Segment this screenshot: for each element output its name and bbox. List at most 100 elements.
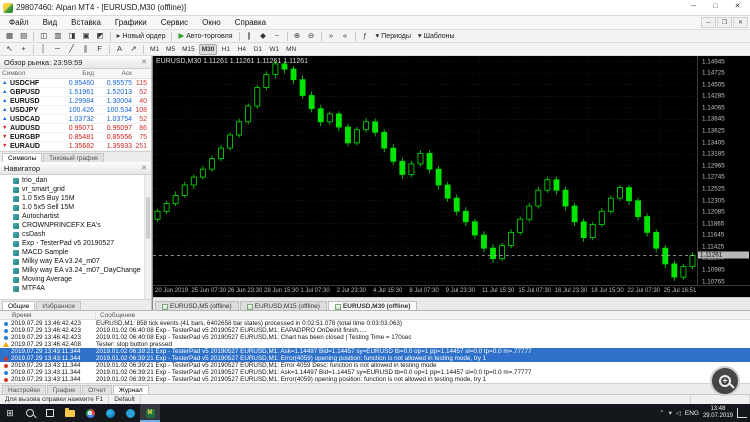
navigator-item-mtf4a[interactable]: MTF4A bbox=[0, 284, 151, 293]
menu-item-графики[interactable]: Графики bbox=[108, 16, 154, 29]
bar-chart-mode-button[interactable]: ∥ bbox=[243, 31, 256, 42]
journal-row[interactable]: 2019.07.29 13:43:11.344 2019.01.02 06:39:… bbox=[0, 348, 750, 355]
line-chart-mode-button[interactable]: ~ bbox=[271, 31, 284, 42]
navigator-item-macd-sample[interactable]: MACD Sample bbox=[0, 248, 151, 257]
tray-chevron-icon[interactable]: ⌃ bbox=[659, 409, 664, 417]
navigator-item-trio-dan[interactable]: trio_dan bbox=[0, 176, 151, 185]
data-window-toggle-button[interactable]: ▥ bbox=[51, 31, 64, 42]
chart-plot[interactable]: EURUSD,M30 1.11261 1.11261 1.11261 1.112… bbox=[153, 56, 698, 285]
market-watch-col-1[interactable]: Бид bbox=[54, 70, 94, 77]
child-restore-button[interactable]: ❐ bbox=[717, 17, 732, 28]
navigator-scrollbar-thumb[interactable] bbox=[146, 197, 150, 240]
menu-item-справка[interactable]: Справка bbox=[228, 16, 273, 29]
terminal-toggle-button[interactable]: ▣ bbox=[79, 31, 92, 42]
market-watch-tab-символы[interactable]: Символы bbox=[2, 153, 43, 162]
timeframe-h4-button[interactable]: H4 bbox=[234, 44, 249, 55]
trend-line-button[interactable]: ╱ bbox=[65, 44, 78, 55]
journal-row[interactable]: 2019.07.29 13:46:42.423 EURUSD,M1: 858 ti… bbox=[0, 320, 750, 327]
journal-time-column-header[interactable]: Время bbox=[0, 311, 96, 319]
navigator-item-vr-smart-grid[interactable]: vr_smart_grid bbox=[0, 185, 151, 194]
market-watch-row-audusd[interactable]: ▼ AUDUSD 0.95071 0.95097 86 bbox=[0, 124, 151, 133]
journal-row[interactable]: 2019.07.29 13:46:42.423 2019.01.02 06:40:… bbox=[0, 327, 750, 334]
navigator-item-autochartist[interactable]: Autochartist bbox=[0, 212, 151, 221]
navigator-tab-общие[interactable]: Общие bbox=[2, 301, 36, 310]
menu-item-вид[interactable]: Вид bbox=[36, 16, 64, 29]
auto-scroll-button[interactable]: » bbox=[325, 31, 338, 42]
taskbar-app-explorer[interactable] bbox=[60, 404, 80, 422]
cursor-button[interactable]: ↖ bbox=[3, 44, 16, 55]
taskbar-app-browser[interactable] bbox=[80, 404, 100, 422]
menu-item-сервис[interactable]: Сервис bbox=[154, 16, 195, 29]
status-profile[interactable]: Default bbox=[109, 395, 141, 404]
market-watch-col-2[interactable]: Аск bbox=[94, 70, 132, 77]
journal-row[interactable]: 2019.07.29 13:43:11.344 2019.01.02 06:39:… bbox=[0, 362, 750, 369]
market-watch-row-usdcad[interactable]: ▲ USDCAD 1.03732 1.03754 52 bbox=[0, 115, 151, 124]
chart-shift-button[interactable]: « bbox=[339, 31, 352, 42]
periods-dropdown-button[interactable]: ▾ Периоды bbox=[373, 31, 414, 42]
journal-message-column-header[interactable]: Сообщение bbox=[96, 312, 750, 319]
chart-tab-eurusd-m5-offline[interactable]: EURUSD,M5 (offline) bbox=[155, 301, 239, 310]
timeframe-h1-button[interactable]: H1 bbox=[218, 44, 233, 55]
market-watch-row-eurgbp[interactable]: ▼ EURGBP 0.85481 0.85556 75 bbox=[0, 133, 151, 142]
zoom-in-button[interactable]: ⊕ bbox=[291, 31, 304, 42]
tray-network-icon[interactable]: ▾ bbox=[669, 409, 672, 417]
vertical-line-button[interactable]: │ bbox=[37, 44, 50, 55]
menu-item-вставка[interactable]: Вставка bbox=[64, 16, 108, 29]
timeframe-mn-button[interactable]: MN bbox=[283, 44, 299, 55]
task-view-button[interactable] bbox=[40, 404, 60, 422]
navigator-tab-избранное[interactable]: Избранное bbox=[36, 301, 82, 310]
timeframe-w1-button[interactable]: W1 bbox=[266, 44, 282, 55]
taskbar-app-mt4[interactable]: M bbox=[140, 404, 160, 422]
navigator-item-moving-average[interactable]: Moving Average bbox=[0, 275, 151, 284]
timeframe-m5-button[interactable]: M5 bbox=[163, 44, 178, 55]
taskbar-search-button[interactable] bbox=[20, 404, 40, 422]
navigator-item-exp-testerpad-v5-20190527[interactable]: Exp - TesterPad v5 20190527 bbox=[0, 239, 151, 248]
language-indicator[interactable]: ENG bbox=[685, 410, 699, 417]
taskbar-app-edge[interactable] bbox=[100, 404, 120, 422]
taskbar-clock[interactable]: 13:48 29.07.2019 bbox=[703, 406, 733, 420]
taskbar-app-telegram[interactable] bbox=[120, 404, 140, 422]
time-scale[interactable]: 20 Jun 2019 25 Jun 07:30 26 Jun 23:30 28 Ju… bbox=[153, 285, 698, 297]
timeframe-m30-button[interactable]: M30 bbox=[198, 43, 218, 55]
tester-tab-график[interactable]: График bbox=[46, 385, 82, 394]
journal-row[interactable]: 2019.07.29 13:46:42.408 Tester: stop butt… bbox=[0, 341, 750, 348]
navigator-close-icon[interactable]: ✕ bbox=[141, 164, 147, 172]
chart-tab-eurusd-m30-offline[interactable]: EURUSD,M30 (offline) bbox=[327, 301, 418, 310]
market-watch-row-gbpusd[interactable]: ▲ GBPUSD 1.51961 1.52013 52 bbox=[0, 88, 151, 97]
indicators-list-button[interactable]: ƒ bbox=[359, 31, 372, 42]
child-close-button[interactable]: ✕ bbox=[733, 17, 748, 28]
strategy-tester-toggle-button[interactable]: ◩ bbox=[94, 31, 107, 42]
start-button[interactable]: ⊞ bbox=[0, 404, 20, 422]
navigator-item-csdash[interactable]: csDash bbox=[0, 230, 151, 239]
navigator-toggle-button[interactable]: ◨ bbox=[65, 31, 78, 42]
navigator-item-crownprincefx-ea-s[interactable]: CROWNPRINCEFX EA's bbox=[0, 221, 151, 230]
journal-row[interactable]: 2019.07.29 13:43:11.344 2019.01.02 06:39:… bbox=[0, 369, 750, 376]
zoom-out-button[interactable]: ⊖ bbox=[305, 31, 318, 42]
new-order-button[interactable]: ▸ Новый ордер bbox=[114, 31, 169, 42]
navigator-item-1-0-5x5-sell-15m[interactable]: 1.0 5x5 Sell 15M bbox=[0, 203, 151, 212]
price-chart[interactable] bbox=[153, 56, 697, 285]
market-watch-row-eurusd[interactable]: ▲ EURUSD 1.29984 1.30004 40 bbox=[0, 97, 151, 106]
menu-item-файл[interactable]: Файл bbox=[2, 16, 36, 29]
menu-item-окно[interactable]: Окно bbox=[195, 16, 228, 29]
timeframe-d1-button[interactable]: D1 bbox=[250, 44, 265, 55]
chart-tab-eurusd-m15-offline[interactable]: EURUSD,M15 (offline) bbox=[239, 301, 327, 310]
navigator-item-1-0-5x5-buy-15m[interactable]: 1.0 5x5 Buy 15M bbox=[0, 194, 151, 203]
templates-dropdown-button[interactable]: ▾ Шаблоны bbox=[415, 31, 458, 42]
tester-tab-настройки[interactable]: Настройки bbox=[2, 385, 46, 394]
tray-volume-icon[interactable]: ◁ bbox=[676, 409, 681, 417]
navigator-item-milky-way-ea-v3-24-m07[interactable]: Milky way EA v3.24_m07 bbox=[0, 257, 151, 266]
market-watch-toggle-button[interactable]: ◫ bbox=[37, 31, 50, 42]
maximize-button[interactable]: □ bbox=[706, 1, 725, 14]
market-watch-col-0[interactable]: Символ bbox=[0, 70, 54, 77]
child-minimize-button[interactable]: ─ bbox=[701, 17, 716, 28]
tester-tab-отчет[interactable]: Отчет bbox=[82, 385, 112, 394]
journal-row[interactable]: 2019.07.29 13:43:11.344 2019.01.02 06:39:… bbox=[0, 355, 750, 362]
fibonacci-retracement-button[interactable]: F bbox=[93, 44, 106, 55]
crosshair-button[interactable]: + bbox=[17, 44, 30, 55]
screen-zoom-button[interactable] bbox=[710, 366, 740, 396]
equidistant-channel-button[interactable]: ∥ bbox=[79, 44, 92, 55]
market-watch-row-usdjpy[interactable]: ▲ USDJPY 100.426 100.534 108 bbox=[0, 106, 151, 115]
timeframe-m15-button[interactable]: M15 bbox=[179, 44, 198, 55]
close-button[interactable]: ✕ bbox=[728, 1, 747, 14]
